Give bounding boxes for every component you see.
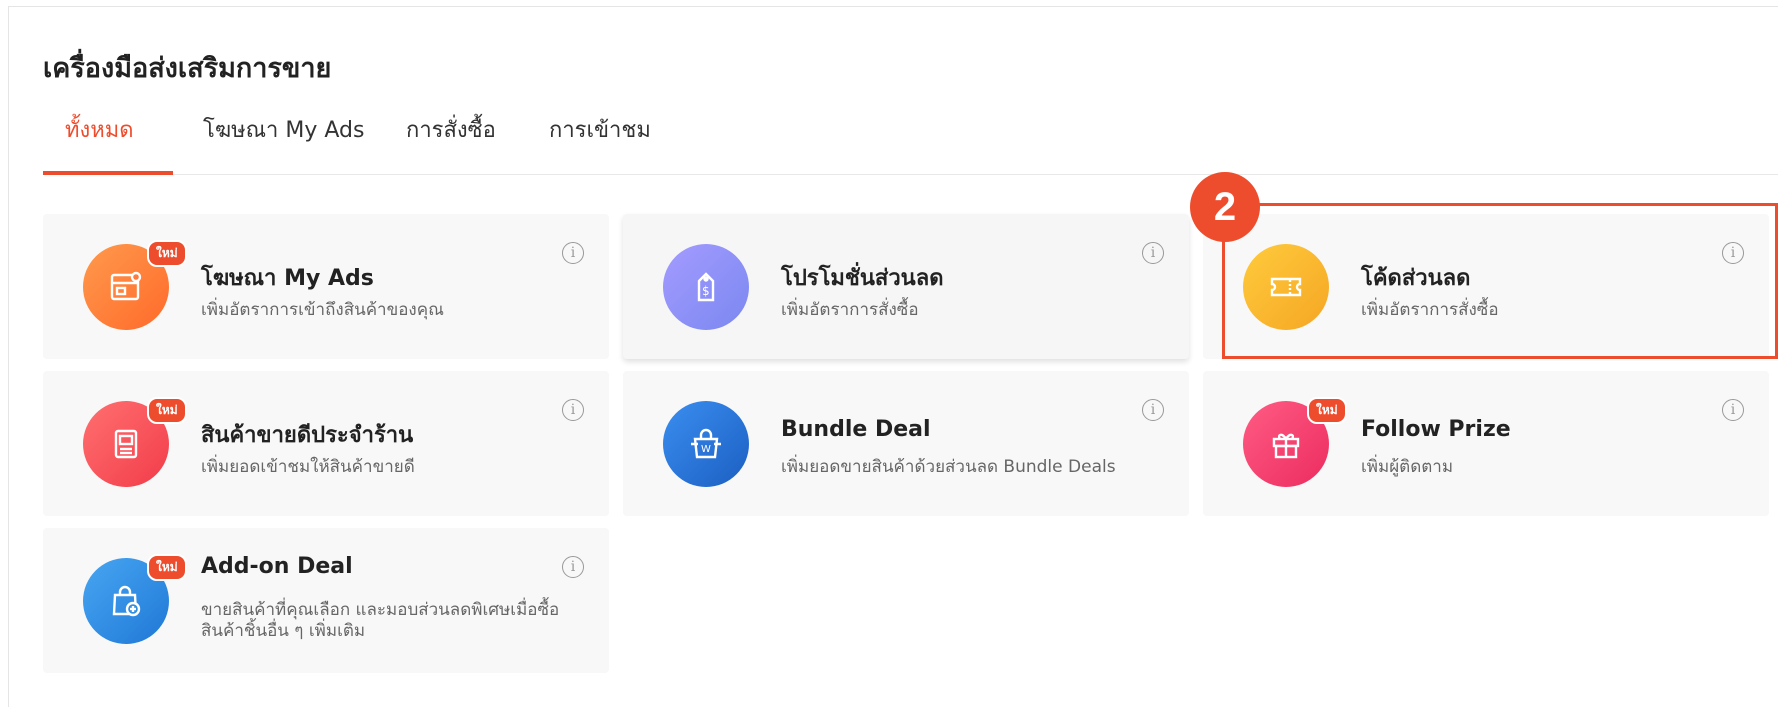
- card-title: Follow Prize: [1361, 417, 1511, 442]
- card-description: เพิ่มยอดเข้าชมให้สินค้าขายดี: [201, 457, 415, 477]
- card-title: Bundle Deal: [781, 417, 931, 442]
- new-badge: ใหม่: [1307, 397, 1347, 424]
- info-icon[interactable]: i: [1722, 399, 1744, 421]
- tab-my-ads[interactable]: โฆษณา My Ads: [203, 112, 365, 147]
- page-title: เครื่องมือส่งเสริมการขาย: [43, 53, 332, 84]
- tool-card-bundle-deal[interactable]: W Bundle Deal เพิ่มยอดขายสินค้าด้วยส่วนล…: [623, 371, 1189, 516]
- new-badge: ใหม่: [147, 397, 187, 424]
- card-title: โปรโมชั่นส่วนลด: [781, 266, 944, 291]
- bundle-icon: W: [663, 401, 749, 487]
- card-description: เพิ่มอัตราการสั่งซื้อ: [781, 300, 919, 320]
- info-icon[interactable]: i: [562, 556, 584, 578]
- new-badge: ใหม่: [147, 240, 187, 267]
- new-badge: ใหม่: [147, 554, 187, 581]
- card-title: โฆษณา My Ads: [201, 266, 374, 291]
- card-description: ขายสินค้าที่คุณเลือก และมอบส่วนลดพิเศษเม…: [201, 600, 560, 641]
- tool-card-add-on-deal[interactable]: ใหม่ Add-on Deal ขายสินค้าที่คุณเลือก แล…: [43, 528, 609, 673]
- active-tab-indicator: [43, 171, 173, 175]
- step-number-marker: 2: [1190, 172, 1260, 242]
- info-icon[interactable]: i: [562, 399, 584, 421]
- price-tag-icon: $: [663, 244, 749, 330]
- card-title: Add-on Deal: [201, 554, 353, 579]
- card-description: เพิ่มผู้ติดตาม: [1361, 457, 1454, 477]
- card-description: เพิ่มอัตราการเข้าถึงสินค้าของคุณ: [201, 300, 444, 320]
- info-icon[interactable]: i: [1142, 399, 1164, 421]
- info-icon[interactable]: i: [1142, 242, 1164, 264]
- tool-card-follow-prize[interactable]: ใหม่ Follow Prize เพิ่มผู้ติดตาม i: [1203, 371, 1769, 516]
- tab-orders[interactable]: การสั่งซื้อ: [406, 112, 496, 147]
- tab-bar: ทั้งหมด โฆษณา My Ads การสั่งซื้อ การเข้า…: [43, 112, 1778, 175]
- tab-traffic[interactable]: การเข้าชม: [549, 112, 651, 147]
- tab-all[interactable]: ทั้งหมด: [65, 112, 134, 147]
- tool-card-top-picks[interactable]: ใหม่ สินค้าขายดีประจำร้าน เพิ่มยอดเข้าชม…: [43, 371, 609, 516]
- card-title: สินค้าขายดีประจำร้าน: [201, 423, 414, 448]
- svg-text:W: W: [701, 444, 711, 455]
- highlight-box: [1222, 203, 1778, 359]
- tool-card-discount-promotion[interactable]: $ โปรโมชั่นส่วนลด เพิ่มอัตราการสั่งซื้อ …: [623, 214, 1189, 359]
- card-description: เพิ่มยอดขายสินค้าด้วยส่วนลด Bundle Deals: [781, 457, 1116, 477]
- tool-card-my-ads[interactable]: ใหม่ โฆษณา My Ads เพิ่มอัตราการเข้าถึงสิ…: [43, 214, 609, 359]
- info-icon[interactable]: i: [562, 242, 584, 264]
- svg-text:$: $: [702, 284, 710, 298]
